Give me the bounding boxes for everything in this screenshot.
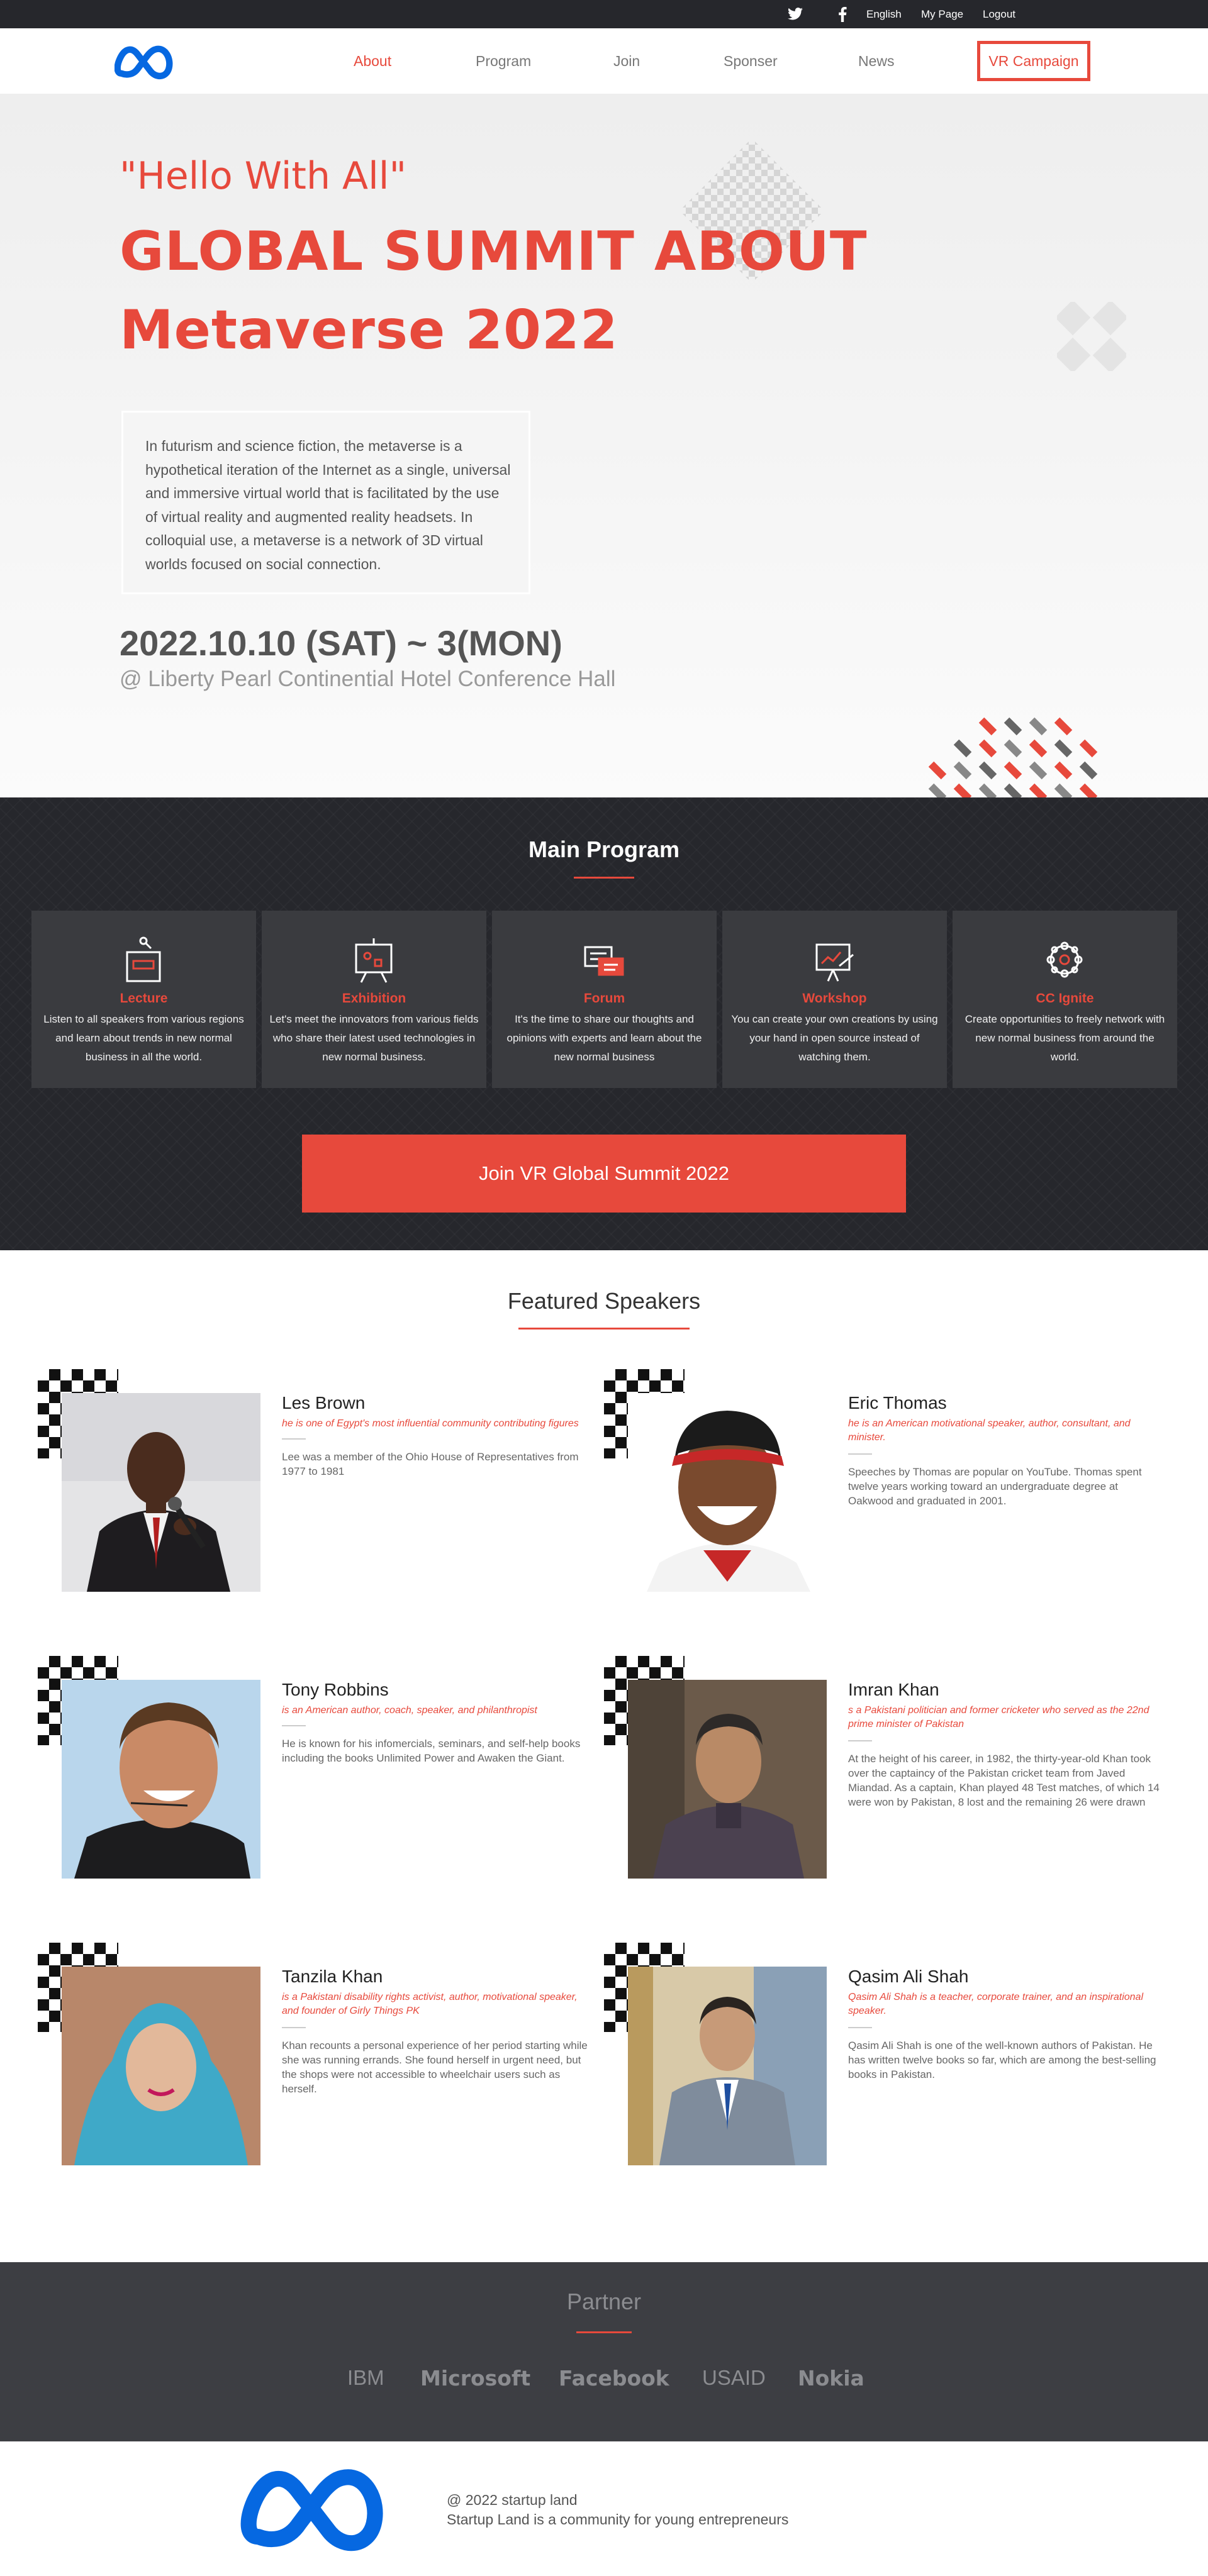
meta-logo-icon[interactable] — [239, 2458, 388, 2558]
easel-icon — [355, 938, 393, 983]
card-title: CC Ignite — [1036, 991, 1094, 1006]
meta-logo-icon[interactable] — [115, 40, 174, 84]
speaker-name: Tony Robbins — [282, 1680, 389, 1699]
speaker-bio: Khan recounts a personal experience of h… — [282, 2040, 588, 2095]
nav-join[interactable]: Join — [613, 28, 640, 94]
partner-title: Partner — [566, 2289, 642, 2314]
language-link[interactable]: English — [866, 0, 902, 28]
hero-title-line2: Metaverse 2022 — [120, 299, 618, 362]
partner-logo-ibm[interactable]: IBM — [347, 2366, 384, 2390]
speaker-photo — [628, 1680, 827, 1879]
speaker-bio: Speeches by Thomas are popular on YouTub… — [848, 1466, 1142, 1507]
nav-program[interactable]: Program — [476, 28, 531, 94]
divider — [848, 1740, 872, 1741]
nav-news[interactable]: News — [858, 28, 895, 94]
hero-section: "Hello With All" GLOBAL SUMMIT ABOUT Met… — [0, 94, 1208, 797]
event-venue: @ Liberty Pearl Continential Hotel Confe… — [120, 667, 616, 691]
partner-title-underline — [576, 2331, 632, 2333]
speaker-bio: He is known for his infomercials, semina… — [282, 1738, 581, 1764]
speaker-role: he is an American motivational speaker, … — [848, 1418, 1131, 1443]
twitter-icon[interactable] — [788, 7, 803, 21]
event-date: 2022.10.10 (SAT) ~ 3(MON) — [120, 623, 562, 663]
hero-description: In futurism and science fiction, the met… — [121, 411, 530, 594]
speaker-card-eric-thomas[interactable]: Eric Thomas he is an American motivation… — [604, 1369, 1170, 1596]
program-card-workshop[interactable]: Workshop You can create your own creatio… — [722, 911, 947, 1088]
speaker-photo — [628, 1393, 827, 1592]
top-bar: English My Page Logout — [0, 0, 1208, 28]
footer-tagline: Startup Land is a community for young en… — [447, 2511, 789, 2528]
card-desc: It's the time to share our thoughts and … — [506, 1013, 702, 1063]
speaker-role: is an American author, coach, speaker, a… — [282, 1705, 537, 1716]
program-title-underline — [574, 877, 634, 879]
chat-icon — [584, 946, 624, 976]
join-summit-button[interactable]: Join VR Global Summit 2022 — [302, 1135, 906, 1213]
speaker-role: Qasim Ali Shah is a teacher, corporate t… — [848, 1992, 1143, 2016]
divider — [282, 1438, 306, 1440]
speakers-title: Featured Speakers — [507, 1288, 701, 1314]
speaker-name: Qasim Ali Shah — [848, 1967, 969, 1986]
podium-icon — [126, 936, 161, 982]
speaker-card-qasim-ali-shah[interactable]: Qasim Ali Shah Qasim Ali Shah is a teach… — [604, 1943, 1170, 2169]
my-page-link[interactable]: My Page — [921, 0, 963, 28]
presentation-icon — [815, 943, 854, 982]
card-title: Workshop — [802, 991, 867, 1006]
vr-campaign-button[interactable]: VR Campaign — [977, 41, 1090, 81]
speaker-role: is a Pakistani disability rights activis… — [282, 1992, 578, 2016]
nav-sponser[interactable]: Sponser — [724, 28, 778, 94]
network-icon — [1046, 941, 1083, 978]
speaker-role: he is one of Egypt's most influential co… — [282, 1418, 579, 1429]
program-card-lecture[interactable]: Lecture Listen to all speakers from vari… — [31, 911, 256, 1088]
card-desc: You can create your own creations by usi… — [731, 1013, 938, 1063]
speakers-title-underline — [518, 1328, 690, 1330]
speaker-name: Imran Khan — [848, 1680, 939, 1699]
dash-pattern-decoration — [928, 717, 1098, 797]
x-shape-decoration — [1057, 302, 1126, 371]
nav-about[interactable]: About — [354, 28, 391, 94]
partner-logo-nokia[interactable]: Nokia — [798, 2366, 864, 2390]
speaker-name: Eric Thomas — [848, 1393, 947, 1413]
site-footer: @ 2022 startup land Startup Land is a co… — [0, 2441, 1208, 2576]
speaker-card-les-brown[interactable]: Les Brown he is one of Egypt's most infl… — [38, 1369, 604, 1596]
site-header: About Program Join Sponser News VR Campa… — [0, 28, 1208, 94]
speaker-photo — [62, 1967, 260, 2165]
speaker-card-tony-robbins[interactable]: Tony Robbins is an American author, coac… — [38, 1656, 604, 1882]
facebook-icon[interactable] — [838, 7, 847, 22]
card-desc: Listen to all speakers from various regi… — [43, 1013, 244, 1063]
speaker-photo — [62, 1393, 260, 1592]
program-card-exhibition[interactable]: Exhibition Let's meet the innovators fro… — [262, 911, 486, 1088]
hero-tagline: "Hello With All" — [120, 154, 407, 198]
partner-logo-facebook[interactable]: Facebook — [559, 2366, 669, 2390]
main-program-section: Main Program Lecture Listen to all speak… — [0, 797, 1208, 1250]
partner-logo-microsoft[interactable]: Microsoft — [420, 2366, 530, 2390]
logout-link[interactable]: Logout — [983, 0, 1015, 28]
card-desc: Let's meet the innovators from various f… — [269, 1013, 479, 1063]
divider — [282, 2027, 306, 2028]
speaker-name: Tanzila Khan — [282, 1967, 383, 1986]
speaker-card-tanzila-khan[interactable]: Tanzila Khan is a Pakistani disability r… — [38, 1943, 604, 2169]
card-title: Lecture — [120, 991, 168, 1006]
hero-title-line1: GLOBAL SUMMIT ABOUT — [120, 220, 868, 283]
program-card-cc-ignite[interactable]: CC Ignite Create opportunities to freely… — [953, 911, 1177, 1088]
divider — [848, 2027, 872, 2028]
speaker-bio: Lee was a member of the Ohio House of Re… — [282, 1451, 579, 1477]
speaker-photo — [62, 1680, 260, 1879]
speaker-photo — [628, 1967, 827, 2165]
card-title: Exhibition — [342, 991, 406, 1006]
card-desc: Create opportunities to freely network w… — [965, 1013, 1165, 1063]
partner-logo-usaid[interactable]: USAID — [702, 2366, 766, 2390]
speaker-card-imran-khan[interactable]: Imran Khan s a Pakistani politician and … — [604, 1656, 1170, 1882]
program-title: Main Program — [528, 836, 680, 862]
divider — [282, 1725, 306, 1726]
footer-copyright: @ 2022 startup land — [447, 2492, 578, 2508]
partner-section: Partner IBM Microsoft Facebook USAID Nok… — [0, 2262, 1208, 2441]
card-title: Forum — [583, 991, 625, 1006]
speaker-bio: At the height of his career, in 1982, th… — [848, 1753, 1160, 1808]
program-card-forum[interactable]: Forum It's the time to share our thought… — [492, 911, 717, 1088]
divider — [848, 1453, 872, 1455]
speaker-name: Les Brown — [282, 1393, 366, 1413]
speaker-bio: Qasim Ali Shah is one of the well-known … — [848, 2040, 1156, 2080]
speaker-role: s a Pakistani politician and former cric… — [848, 1705, 1149, 1729]
